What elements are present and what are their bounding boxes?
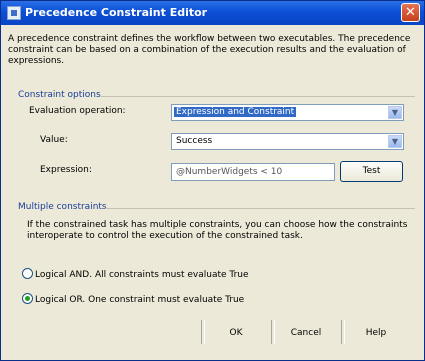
- cancel-button[interactable]: Cancel: [276, 322, 336, 344]
- chevron-down-icon[interactable]: ▼: [388, 106, 402, 119]
- app-icon: [7, 6, 21, 20]
- test-button[interactable]: Test: [340, 161, 403, 182]
- precedence-constraint-editor-window: Precedence Constraint Editor ✕ A precede…: [0, 0, 425, 361]
- logical-or-radio[interactable]: [22, 293, 33, 304]
- logical-or-label: Logical OR. One constraint must evaluate…: [35, 295, 245, 305]
- footer-separator: [201, 320, 205, 344]
- footer-separator: [271, 320, 275, 344]
- multiple-constraints-title: Multiple constraints: [18, 202, 107, 212]
- window-title: Precedence Constraint Editor: [25, 6, 208, 19]
- chevron-down-icon[interactable]: ▼: [388, 135, 402, 148]
- close-button[interactable]: ✕: [401, 3, 420, 22]
- expression-input[interactable]: @NumberWidgets < 10: [171, 163, 335, 181]
- expression-value: @NumberWidgets < 10: [176, 167, 283, 177]
- logical-and-radio[interactable]: [22, 268, 33, 279]
- value-value: Success: [176, 136, 213, 146]
- constraint-options-title: Constraint options: [18, 90, 101, 100]
- title-bar[interactable]: Precedence Constraint Editor ✕: [1, 1, 424, 25]
- evaluation-operation-value: Expression and Constraint: [174, 107, 297, 117]
- dialog-description: A precedence constraint defines the work…: [8, 34, 411, 66]
- help-button[interactable]: Help: [346, 322, 406, 344]
- value-dropdown[interactable]: Success ▼: [171, 133, 404, 150]
- evaluation-operation-label: Evaluation operation:: [29, 106, 126, 116]
- multiple-constraints-description: If the constrained task has multiple con…: [27, 220, 408, 241]
- logical-or-option[interactable]: Logical OR. One constraint must evaluate…: [22, 293, 244, 305]
- multiple-constraints-divider: [105, 208, 415, 209]
- logical-and-label: Logical AND. All constraints must evalua…: [35, 270, 249, 280]
- constraint-options-divider: [101, 96, 415, 97]
- footer-separator: [341, 320, 345, 344]
- logical-and-option[interactable]: Logical AND. All constraints must evalua…: [22, 268, 249, 280]
- evaluation-operation-dropdown[interactable]: Expression and Constraint ▼: [171, 104, 404, 121]
- ok-button[interactable]: OK: [206, 322, 266, 344]
- expression-label: Expression:: [40, 165, 92, 175]
- value-label: Value:: [40, 135, 68, 145]
- close-icon: ✕: [405, 5, 416, 20]
